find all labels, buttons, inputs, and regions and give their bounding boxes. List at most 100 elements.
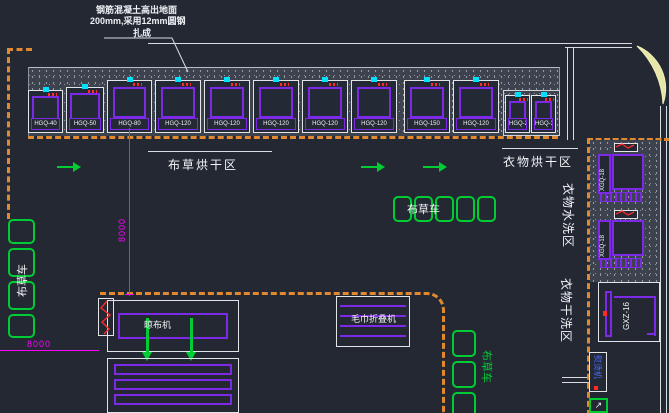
annotation-line-3[interactable]: 扎成 [133,26,151,39]
dryer-inner-frame [357,87,391,118]
dryer-machine[interactable]: HGQ-30 [531,95,556,133]
zone-label-dry-cleaning[interactable]: 衣物干洗区 [558,278,575,343]
top-wall-line-inner [565,47,632,48]
dimension-tick [125,294,134,295]
valve-mark-icon [175,77,181,82]
valve-mark-icon [371,77,377,82]
dryer-machine[interactable]: HGQ-40 [28,90,63,133]
dryer-machine[interactable]: HGQ-80 [107,80,152,133]
dryer-machine[interactable]: HGQ-150 [404,80,450,133]
dry-clean-frame [654,296,656,336]
dimension-value-horizontal[interactable]: 8000 [27,339,51,349]
pipe-mark-icon [480,83,489,86]
red-mark [603,311,607,316]
dryer-label: HGQ-20 [508,118,527,130]
dryer-inner-frame [410,87,444,118]
door-swing-icon [637,46,666,104]
partition-wall [567,48,568,140]
washer-machine[interactable] [612,154,644,190]
cart-group-label[interactable]: 布草车 [479,350,495,383]
valve-mark-icon [541,92,547,97]
valve-mark-icon [473,77,479,82]
top-wall-line [148,43,632,44]
dryer-label: HGQ-120 [256,118,296,130]
washer-base [600,192,642,202]
pipe-mark-icon [182,83,191,86]
ironing-label[interactable]: 熨烫机 [592,355,603,379]
dryer-machine[interactable]: HGQ-120 [155,80,201,133]
dryer-label: HGQ-120 [305,118,345,130]
dimension-line-horizontal[interactable] [0,350,99,351]
control-box[interactable] [98,298,114,336]
dry-clean-label[interactable]: GXZ-16 [622,302,631,330]
dryer-label: HGQ-30 [534,118,553,130]
dryer-machine[interactable]: HGQ-50 [66,87,104,133]
zone-label-linen-drying[interactable]: 布草烘干区 [168,156,238,173]
pipe-mark-icon [231,83,240,86]
cloth-airer-machine-2[interactable] [107,358,239,413]
dryer-inner-frame [459,87,493,118]
dryer-machine[interactable]: HGQ-120 [351,80,397,133]
dry-clean-frame [647,333,656,335]
zone-title-rule [148,151,272,152]
linen-cart[interactable] [452,330,476,357]
red-mark [594,386,598,390]
folder-belt [340,325,406,327]
valve-mark-icon [127,77,133,82]
dryer-label: HGQ-120 [158,118,198,130]
dimension-line-vertical[interactable] [129,128,130,296]
dryer-inner-frame [308,87,342,118]
airer-rail [114,379,232,390]
dryer-label: HGQ-40 [31,118,60,130]
dryer-inner-frame [210,87,244,118]
folder-belt [340,305,406,307]
washer-machine[interactable] [612,220,644,256]
airer-rail [114,364,232,375]
valve-mark-icon [82,84,88,89]
airer-frame [118,313,228,339]
dryer-label: HGQ-50 [69,118,101,130]
dryer-machine[interactable]: HGQ-120 [302,80,348,133]
zone-label-clothes-drying[interactable]: 衣物烘干区 [503,153,573,170]
valve-mark-icon [515,92,521,97]
dryer-machine[interactable]: HGQ-120 [453,80,499,133]
pipe-mark-icon [329,83,338,86]
cart-group-label[interactable]: 布草车 [14,264,30,297]
linen-cart[interactable] [452,392,476,413]
exit-arrow-icon: ↗ [589,398,608,413]
dryer-label: HGQ-120 [207,118,247,130]
valve-mark-icon [43,87,49,92]
dryer-machine[interactable]: HGQ-120 [253,80,299,133]
pipe-mark-icon [280,83,289,86]
washer-valve-box [614,210,638,219]
cloth-airer-machine[interactable]: 晾布机 [107,300,239,352]
linen-cart[interactable] [8,219,35,244]
partition-wall [573,48,574,140]
valve-mark-icon [322,77,328,82]
dryer-inner-frame [161,87,195,118]
linen-cart[interactable] [477,196,496,222]
zone-label-clothes-washing[interactable]: 衣物水洗区 [560,183,577,248]
cad-drawing-canvas: 钢筋混凝土高出地面 200mm,采用12mm圆钢 扎成 HGQ-40 HGQ-5… [0,0,669,413]
dryer-label: HGQ-120 [354,118,394,130]
dryer-inner-frame [259,87,293,118]
dryer-machine[interactable]: HGQ-20 [505,95,530,133]
pipe-mark-icon [431,83,440,86]
dryer-inner-frame [113,87,146,118]
linen-cart[interactable] [456,196,475,222]
valve-mark-icon [424,77,430,82]
linen-cart[interactable] [8,314,35,338]
dryer-label: HGQ-120 [456,118,496,130]
direction-arrow-icon [423,162,447,172]
towel-folder-machine[interactable]: 毛巾折叠机 [336,296,410,347]
valve-mark-icon [224,77,230,82]
washer-label[interactable]: XGQ-18 [600,169,606,191]
linen-cart[interactable] [452,361,476,388]
washer-label[interactable]: XGQ-18 [600,235,606,257]
cart-group-label[interactable]: 布草车 [407,201,440,217]
airer-rail [114,394,232,405]
dimension-value-vertical[interactable]: 8000 [117,218,127,242]
zone-title-rule [502,148,578,149]
dryer-machine[interactable]: HGQ-120 [204,80,250,133]
bottom-wall-stub [562,377,589,378]
